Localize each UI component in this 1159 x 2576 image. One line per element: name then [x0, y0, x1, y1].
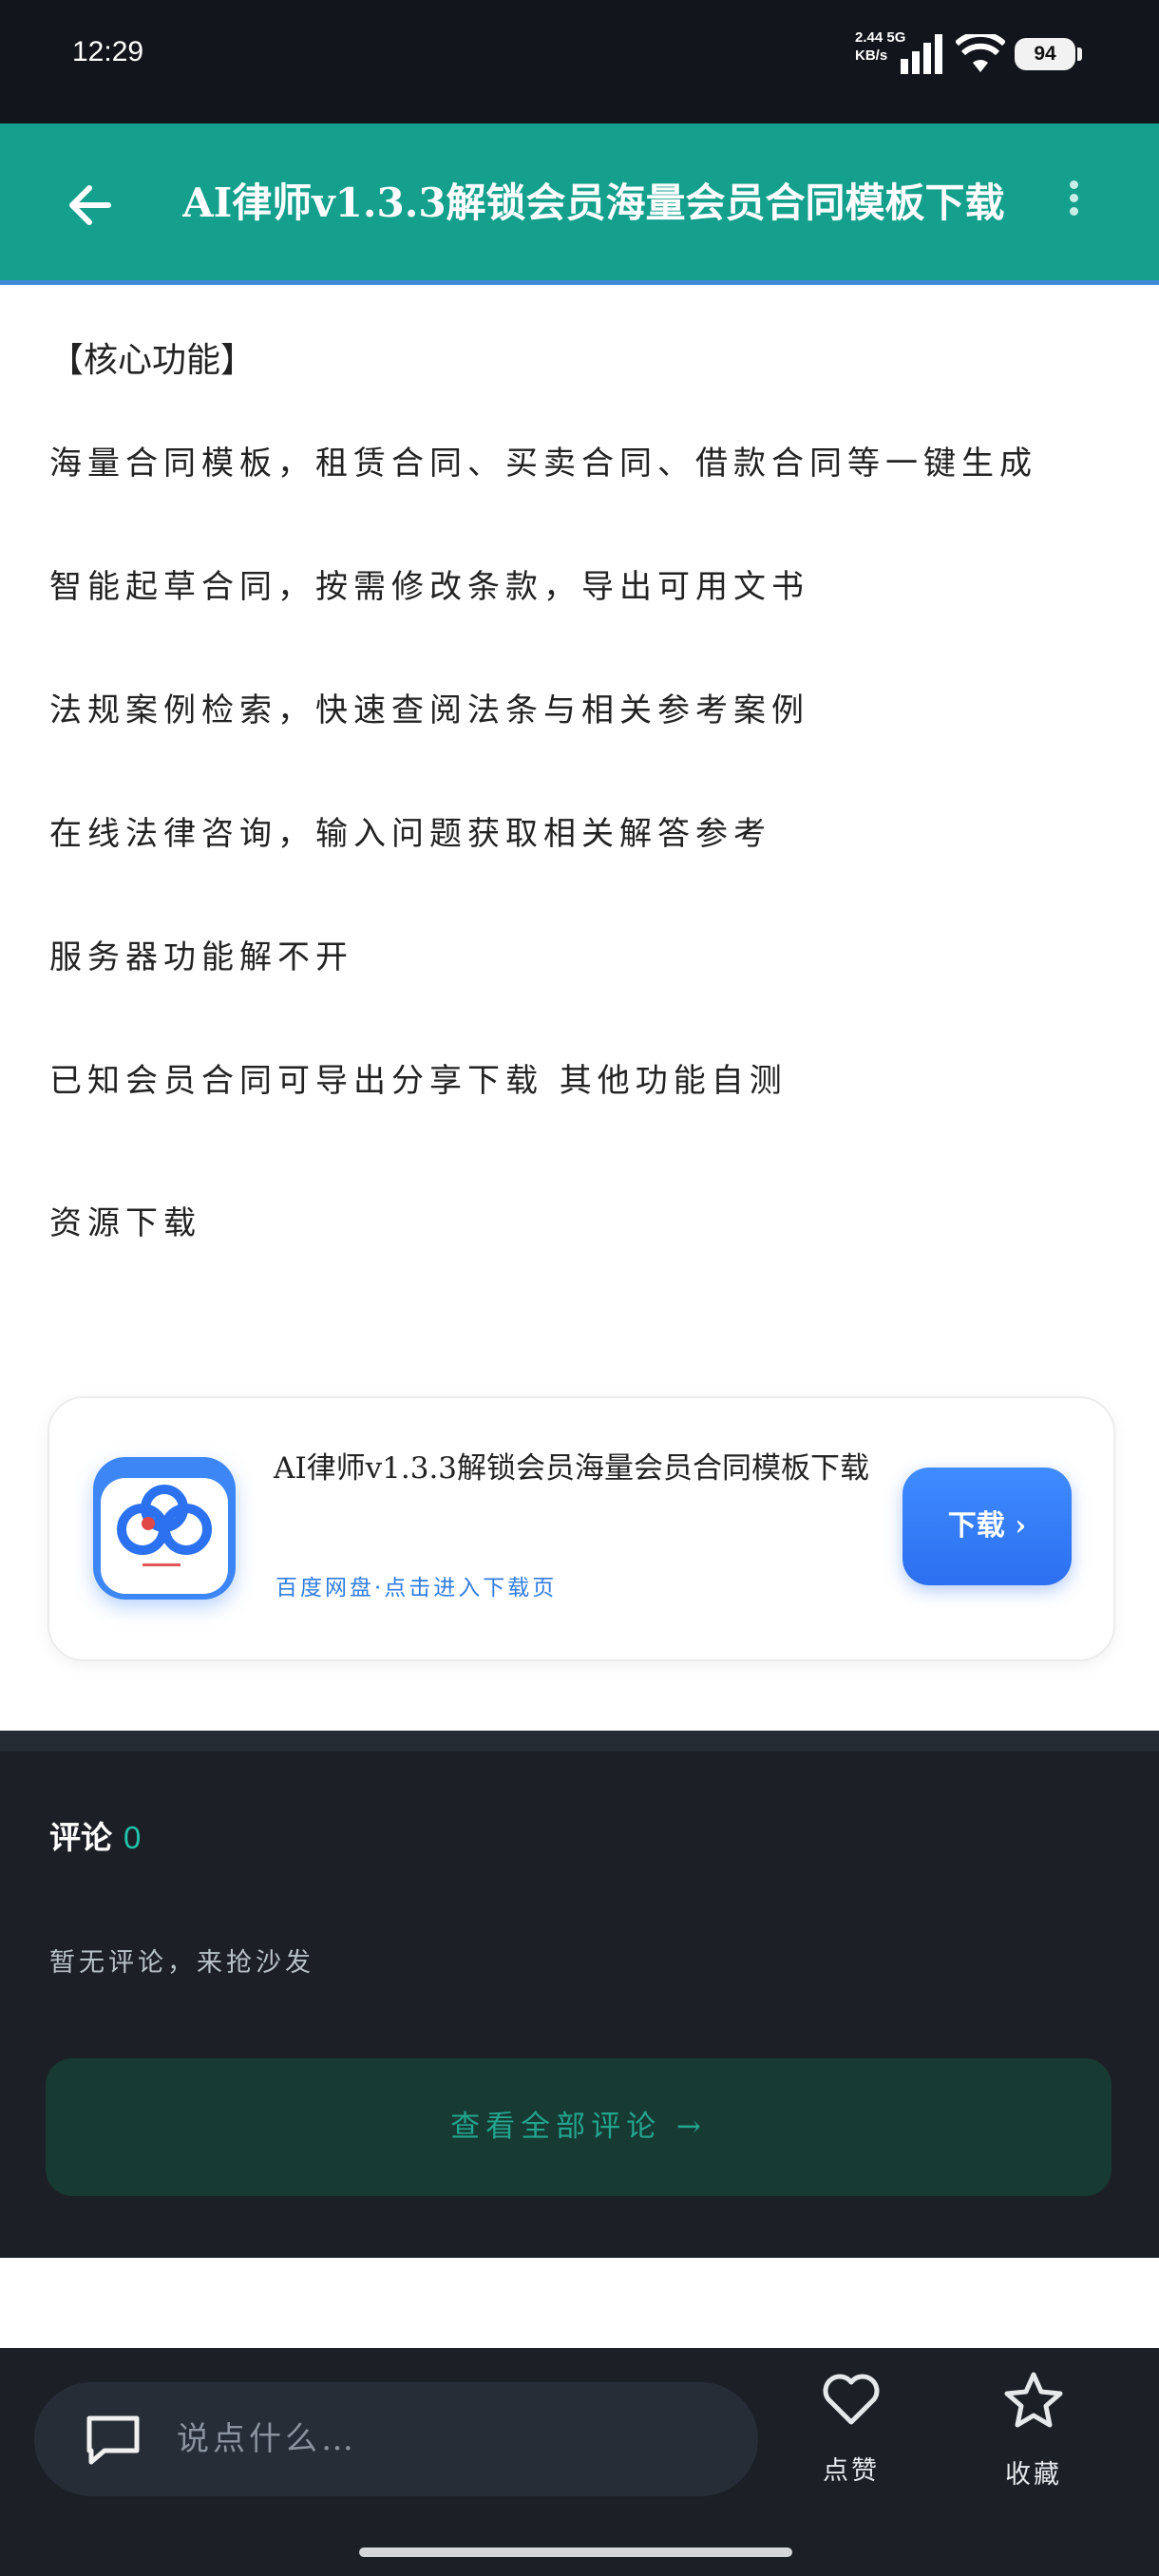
app-bar: AI律师v1.3.3解锁会员海量会员合同模板下载 [0, 123, 1159, 285]
arrow-left-icon[interactable] [63, 177, 120, 234]
comment-placeholder: 说点什么… [177, 2420, 357, 2458]
comments-section: 评论 0 暂无评论，来抢沙发 查看全部评论 → [0, 1752, 1159, 2258]
view-all-comments-button[interactable]: 查看全部评论 → [46, 2058, 1112, 2196]
content-paragraph: 服务器功能解不开 [49, 938, 353, 976]
wifi-icon [956, 34, 1005, 72]
like-label: 点赞 [823, 2456, 880, 2486]
battery-level: 94 [1015, 38, 1075, 70]
post-content: 【核心功能】 海量合同模板，租赁合同、买卖合同、借款合同等一键生成 智能起草合同… [49, 328, 1113, 1314]
app-bar-accent [0, 280, 1159, 285]
content-paragraph: 在线法律咨询，输入问题获取相关解答参考 [49, 815, 771, 853]
section-divider [0, 1731, 1159, 1752]
signal-icon [901, 34, 942, 74]
status-bar: 12:29 2.44 5G KB/s 94 [0, 0, 1159, 123]
resource-subtitle: 百度网盘·点击进入下载页 [276, 1576, 558, 1601]
comments-label: 评论 [49, 1819, 112, 1856]
content-paragraph: 法规案例检索，快速查阅法条与相关参考案例 [49, 691, 809, 729]
bottom-bar: 说点什么… 点赞 收藏 [0, 2348, 1159, 2576]
baidu-netdisk-icon [93, 1457, 236, 1600]
comment-icon [86, 2415, 140, 2465]
status-time: 12:29 [72, 36, 144, 67]
comments-title: 评论 0 [49, 1812, 141, 1858]
resource-title: AI律师v1.3.3解锁会员海量会员合同模板下载 [274, 1451, 870, 1486]
star-icon [1004, 2372, 1063, 2428]
favorite-button[interactable]: 收藏 [977, 2371, 1091, 2491]
net-speed-value: 2.44 [855, 29, 884, 46]
home-indicator [359, 2548, 792, 2557]
content-paragraph: 海量合同模板，租赁合同、买卖合同、借款合同等一键生成 [49, 445, 1037, 483]
download-button[interactable]: 下载 › [902, 1468, 1072, 1585]
comments-count: 0 [124, 1820, 142, 1855]
comments-empty-text: 暂无评论，来抢沙发 [49, 1948, 314, 1978]
network-speed: 2.44 5G KB/s [855, 28, 905, 65]
resource-card[interactable]: AI律师v1.3.3解锁会员海量会员合同模板下载 百度网盘·点击进入下载页 下载… [48, 1396, 1115, 1661]
content-paragraph: 资源下载 [49, 1204, 201, 1242]
favorite-label: 收藏 [1005, 2460, 1062, 2490]
net-speed-unit: KB/s [855, 47, 888, 64]
battery-icon [1077, 47, 1082, 61]
comment-input[interactable]: 说点什么… [34, 2382, 758, 2496]
more-vert-icon[interactable] [1054, 177, 1092, 234]
content-heading: 【核心功能】 [49, 341, 256, 380]
content-paragraph: 已知会员合同可导出分享下载 其他功能自测 [49, 1062, 788, 1100]
content-paragraph: 智能起草合同，按需修改条款，导出可用文书 [49, 568, 809, 606]
like-button[interactable]: 点赞 [794, 2371, 908, 2487]
page-title: AI律师v1.3.3解锁会员海量会员合同模板下载 [182, 180, 1005, 226]
heart-icon [823, 2374, 880, 2425]
